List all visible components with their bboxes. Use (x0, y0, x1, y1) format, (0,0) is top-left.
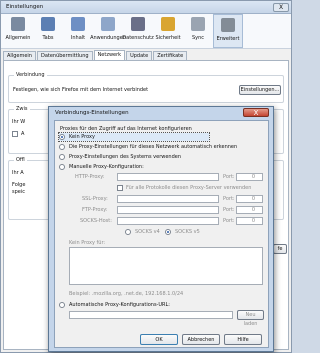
socks-host-input[interactable] (117, 217, 219, 225)
cache-heading-fragment: Zwis (14, 106, 30, 112)
toolbar-item-label: Anwendungen (90, 35, 126, 41)
radio-auto-label: Automatische Proxy-Konfigurations-URL: (69, 302, 170, 308)
toolbar-item-inhalt[interactable]: Inhalt (63, 14, 93, 48)
ssl-port-stepper[interactable]: 0 (236, 195, 263, 203)
radio-detect-label: Die Proxy-Einstellungen für dieses Netzw… (69, 144, 238, 150)
toolbar-item-tabs[interactable]: Tabs (33, 14, 63, 48)
all-protocols-checkbox[interactable]: Für alle Protokolle diesen Proxy-Server … (117, 185, 251, 191)
http-port-stepper[interactable]: 0 (236, 173, 263, 181)
offline-list-fragment: Folge (12, 182, 26, 188)
no-proxy-textarea[interactable] (69, 247, 263, 285)
radio-socks5[interactable]: SOCKS v5 (165, 229, 200, 235)
help-button[interactable]: Hilfe (224, 334, 262, 345)
applications-icon (101, 17, 115, 31)
background-button-fragment[interactable]: fe (273, 244, 287, 254)
privacy-icon (131, 17, 145, 31)
dialog-title: Verbindungs-Einstellungen (55, 110, 129, 116)
toolbar-item-anwendungen[interactable]: Anwendungen (90, 14, 126, 48)
toolbar-item-allgemein[interactable]: Allgemein (3, 14, 33, 48)
toolbar-item-label: Sicherheit (155, 35, 181, 41)
radio-manual-indicator[interactable] (59, 164, 65, 170)
http-port-label: Port: (223, 174, 235, 180)
sync-icon (191, 17, 205, 31)
ftp-proxy-label: FTP-Proxy: (82, 207, 108, 213)
toolbar-item-label: Datenschutz (122, 35, 154, 41)
window-close-button[interactable]: X (273, 3, 289, 12)
socks5-label: SOCKS v5 (175, 229, 200, 235)
security-lock-icon (161, 17, 175, 31)
ftp-port-label: Port: (223, 207, 235, 213)
tab-netzwerk[interactable]: Netzwerk (93, 50, 126, 60)
cancel-button[interactable]: Abbrechen (182, 334, 220, 345)
advanced-gear-icon (221, 18, 235, 32)
no-proxy-for-label: Kein Proxy für: (69, 240, 106, 246)
connection-heading: Verbindung (14, 72, 47, 78)
ssl-port-label: Port: (223, 196, 235, 202)
socks4-label: SOCKS v4 (135, 229, 160, 235)
radio-auto-proxy[interactable]: Automatische Proxy-Konfigurations-URL: (59, 302, 170, 308)
ftp-proxy-input[interactable] (117, 206, 219, 214)
offline-text-fragment: Ihr A (12, 170, 24, 176)
http-proxy-input[interactable] (117, 173, 219, 181)
toolbar-item-sync[interactable]: Sync (183, 14, 213, 48)
radio-no-proxy-label: Kein Proxy (69, 134, 95, 140)
proxy-group-heading: Proxies für den Zugriff auf das Internet… (60, 126, 192, 132)
socks-port-stepper[interactable]: 0 (236, 217, 263, 225)
ssl-proxy-label: SSL-Proxy: (82, 196, 108, 202)
socks-port-label: Port: (223, 218, 235, 224)
offline-list-fragment2: speic (12, 189, 25, 195)
radio-manual-proxy[interactable]: Manuelle Proxy-Konfiguration: (59, 164, 144, 170)
connection-group: Verbindung Festlegen, wie sich Firefox m… (8, 72, 284, 103)
settings-titlebar: Einstellungen X (1, 1, 291, 14)
ok-button[interactable]: OK (140, 334, 178, 345)
radio-no-proxy-indicator[interactable] (59, 134, 65, 140)
dialog-close-button[interactable]: X (243, 108, 269, 117)
ftp-port-stepper[interactable]: 0 (236, 206, 263, 214)
radio-detect-proxy[interactable]: Die Proxy-Einstellungen für dieses Netzw… (59, 144, 237, 150)
ssl-proxy-input[interactable] (117, 195, 219, 203)
window-title: Einstellungen (6, 4, 44, 10)
all-protocols-label: Für alle Protokolle diesen Proxy-Server … (126, 185, 252, 191)
socks-host-label: SOCKS-Host: (80, 218, 112, 224)
radio-socks4[interactable]: SOCKS v4 (125, 229, 160, 235)
cache-text-fragment: Ihr W (12, 119, 26, 125)
auto-proxy-url-input[interactable] (69, 311, 233, 319)
toolbar-item-label: Tabs (42, 35, 54, 41)
tabs-icon (41, 17, 55, 31)
toolbar-item-label: Allgemein (5, 35, 31, 41)
connection-settings-dialog: Verbindungs-Einstellungen X Proxies für … (48, 106, 274, 352)
toolbar-item-label: Sync (191, 35, 205, 41)
content-icon (71, 17, 85, 31)
toolbar-item-erweitert[interactable]: Erweitert (213, 14, 243, 48)
reload-button[interactable]: Neu laden (237, 310, 264, 327)
toolbar-item-label: Inhalt (70, 35, 86, 41)
radio-system-indicator[interactable] (59, 154, 65, 160)
settings-toolbar: Allgemein Tabs Inhalt Anwendungen Datenschut… (1, 14, 291, 49)
radio-detect-indicator[interactable] (59, 144, 65, 150)
toolbar-item-label: Erweitert (216, 36, 240, 42)
connection-settings-button[interactable]: Einstellungen... (239, 85, 281, 95)
toolbar-item-sicherheit[interactable]: Sicherheit (153, 14, 183, 48)
radio-no-proxy[interactable]: Kein Proxy (58, 132, 210, 142)
toolbar-item-datenschutz[interactable]: Datenschutz (122, 14, 154, 48)
radio-system-proxy[interactable]: Proxy-Einstellungen des Systems verwende… (59, 154, 181, 160)
radio-system-label: Proxy-Einstellungen des Systems verwende… (69, 154, 182, 160)
no-proxy-example: Beispiel: .mozilla.org, .net.de, 192.168… (69, 291, 184, 297)
connection-text: Festlegen, wie sich Firefox mit dem Inte… (13, 87, 149, 93)
dialog-content: Proxies für den Zugriff auf das Internet… (54, 120, 269, 348)
offline-heading-fragment: Offl (14, 157, 27, 163)
radio-auto-indicator[interactable] (59, 302, 65, 308)
http-proxy-label: HTTP-Proxy: (75, 174, 105, 180)
radio-manual-label: Manuelle Proxy-Konfiguration: (69, 164, 144, 170)
cache-checkbox-fragment[interactable]: A (12, 131, 24, 137)
general-icon (11, 17, 25, 31)
